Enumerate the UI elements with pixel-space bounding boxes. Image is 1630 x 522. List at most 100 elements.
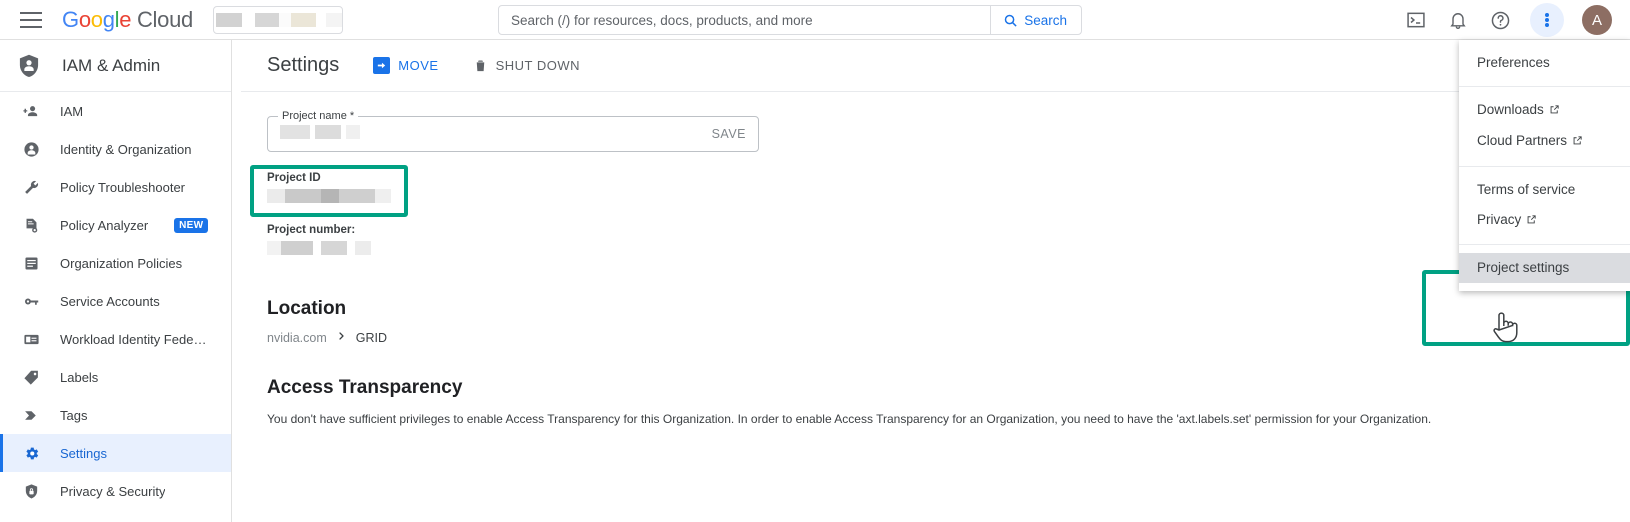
document-analyze-icon [22,216,40,234]
location-section: Location nvidia.com GRID [267,298,1604,345]
menu-item-privacy[interactable]: Privacy [1459,205,1630,236]
list-icon [22,254,40,272]
menu-item-label: Cloud Partners [1477,133,1568,149]
external-link-icon [1526,212,1537,230]
menu-item-project-settings[interactable]: Project settings [1459,253,1630,284]
shield-lock-icon [22,482,40,500]
sidebar-item-settings[interactable]: Settings [0,434,231,472]
project-name-value-redacted [280,124,360,144]
page-title: Settings [267,54,340,76]
more-options-menu: Preferences Downloads Cloud Partners Terms … [1459,40,1630,292]
sidebar-item-identity-organization[interactable]: Identity & Organization [0,130,231,168]
project-id-value-redacted [267,189,1604,208]
menu-item-label: Preferences [1477,55,1550,70]
avatar-initial: A [1591,11,1602,29]
gear-icon [22,444,40,462]
sidebar-item-badge: NEW [174,217,209,233]
sidebar-item-policy-analyzer[interactable]: Policy Analyzer NEW [0,206,231,244]
logo-cloud-text: Cloud [136,6,193,32]
chevron-right-icon [337,330,346,345]
menu-item-downloads[interactable]: Downloads [1459,95,1630,126]
menu-item-label: Downloads [1477,102,1544,118]
sidebar-item-tags[interactable]: Tags [0,396,231,434]
sidebar-item-list: IAM Identity & Organization Policy Trouble… [0,92,231,510]
move-button[interactable]: MOVE [373,57,438,74]
sidebar-item-label: Settings [60,445,107,461]
menu-group: Preferences [1459,40,1630,88]
project-number-block: Project number: [267,224,1604,260]
sidebar-item-label: Policy Analyzer [60,217,149,233]
sidebar-item-service-accounts[interactable]: Service Accounts [0,282,231,320]
breadcrumb-organization[interactable]: nvidia.com [267,331,327,345]
help-circle-icon[interactable] [1488,8,1512,32]
google-cloud-logo[interactable]: Google Cloud [62,7,193,33]
id-card-icon [22,330,40,348]
sidebar-item-workload-identity-federat[interactable]: Workload Identity Federat… [0,320,231,358]
menu-item-preferences[interactable]: Preferences [1459,48,1630,78]
sidebar-item-policy-troubleshooter[interactable]: Policy Troubleshooter [0,168,231,206]
top-bar-icon-group: A [1404,0,1612,40]
menu-item-label: Terms of service [1477,181,1576,197]
account-circle-icon [22,140,40,158]
menu-group: Downloads Cloud Partners [1459,87,1630,167]
sidebar-item-label: Policy Troubleshooter [60,179,186,195]
external-link-icon [1549,102,1560,120]
sidebar-item-label: Tags [60,407,88,423]
save-project-name-button[interactable]: SAVE [712,127,746,141]
sidebar-item-label: Identity & Organization [60,141,192,157]
sidebar-item-label: Organization Policies [60,255,183,271]
shield-person-icon [19,54,39,77]
settings-content: Project name * SAVE Project ID Project n… [241,92,1630,428]
sidebar-navigation: IAM & Admin IAM Identity & Organization Po… [0,40,232,522]
access-transparency-section: Access Transparency You don't have suffi… [267,377,1604,428]
menu-group: Terms of service Privacy [1459,167,1630,246]
sidebar-item-privacy-security[interactable]: Privacy & Security [0,472,231,510]
access-transparency-heading: Access Transparency [267,377,463,398]
search-icon [1004,14,1017,27]
sidebar-item-labels[interactable]: Labels [0,358,231,396]
project-id-label: Project ID [267,172,321,184]
hamburger-menu-icon[interactable] [20,11,42,28]
sidebar-item-organization-policies[interactable]: Organization Policies [0,244,231,282]
breadcrumb-current: GRID [355,330,387,345]
sidebar-item-label: Privacy & Security [60,483,166,499]
sidebar-item-label: IAM [60,103,84,119]
access-transparency-body: You don't have sufficient privileges to … [267,412,1432,426]
project-name-label: Project name * [278,110,359,122]
sidebar-item-iam[interactable]: IAM [0,92,231,130]
move-arrow-icon [373,57,391,74]
location-heading: Location [267,298,347,319]
more-options-three-dots-icon[interactable] [1530,3,1564,37]
page-header: Settings MOVE SHUT DOWN [241,40,1630,92]
shut-down-button-label: SHUT DOWN [495,58,580,73]
top-app-bar: Google Cloud Search (/) for resources, d… [0,0,1630,40]
menu-item-label: Project settings [1477,260,1570,276]
cloud-shell-icon[interactable] [1404,8,1428,32]
sidebar-item-label: Service Accounts [60,293,160,309]
key-card-icon [22,292,40,310]
project-id-block: Project ID [267,172,1604,208]
trash-icon [476,60,484,72]
notifications-bell-icon[interactable] [1446,8,1470,32]
search-button[interactable]: Search [990,6,1081,34]
user-avatar[interactable]: A [1582,5,1612,35]
project-name-field[interactable]: Project name * SAVE [267,110,759,152]
main-content: Settings MOVE SHUT DOWN Project name * S… [241,40,1630,522]
tags-icon [22,406,40,424]
global-search-bar[interactable]: Search [498,5,1082,35]
location-breadcrumb: nvidia.com GRID [267,330,1604,345]
search-input[interactable] [499,6,991,34]
menu-item-terms-of-service[interactable]: Terms of service [1459,175,1630,205]
project-number-label: Project number: [267,224,356,236]
search-button-label: Search [1024,12,1067,28]
sidebar-item-label: Labels [60,369,99,385]
project-picker[interactable] [212,5,343,34]
menu-item-cloud-partners[interactable]: Cloud Partners [1459,126,1630,157]
sidebar-header: IAM & Admin [0,40,231,92]
shut-down-button[interactable]: SHUT DOWN [473,58,580,73]
project-number-value-redacted [267,241,1604,260]
tag-icon [22,368,40,386]
move-button-label: MOVE [398,58,439,73]
person-add-icon [22,102,40,120]
sidebar-item-label: Workload Identity Federat… [60,331,210,347]
